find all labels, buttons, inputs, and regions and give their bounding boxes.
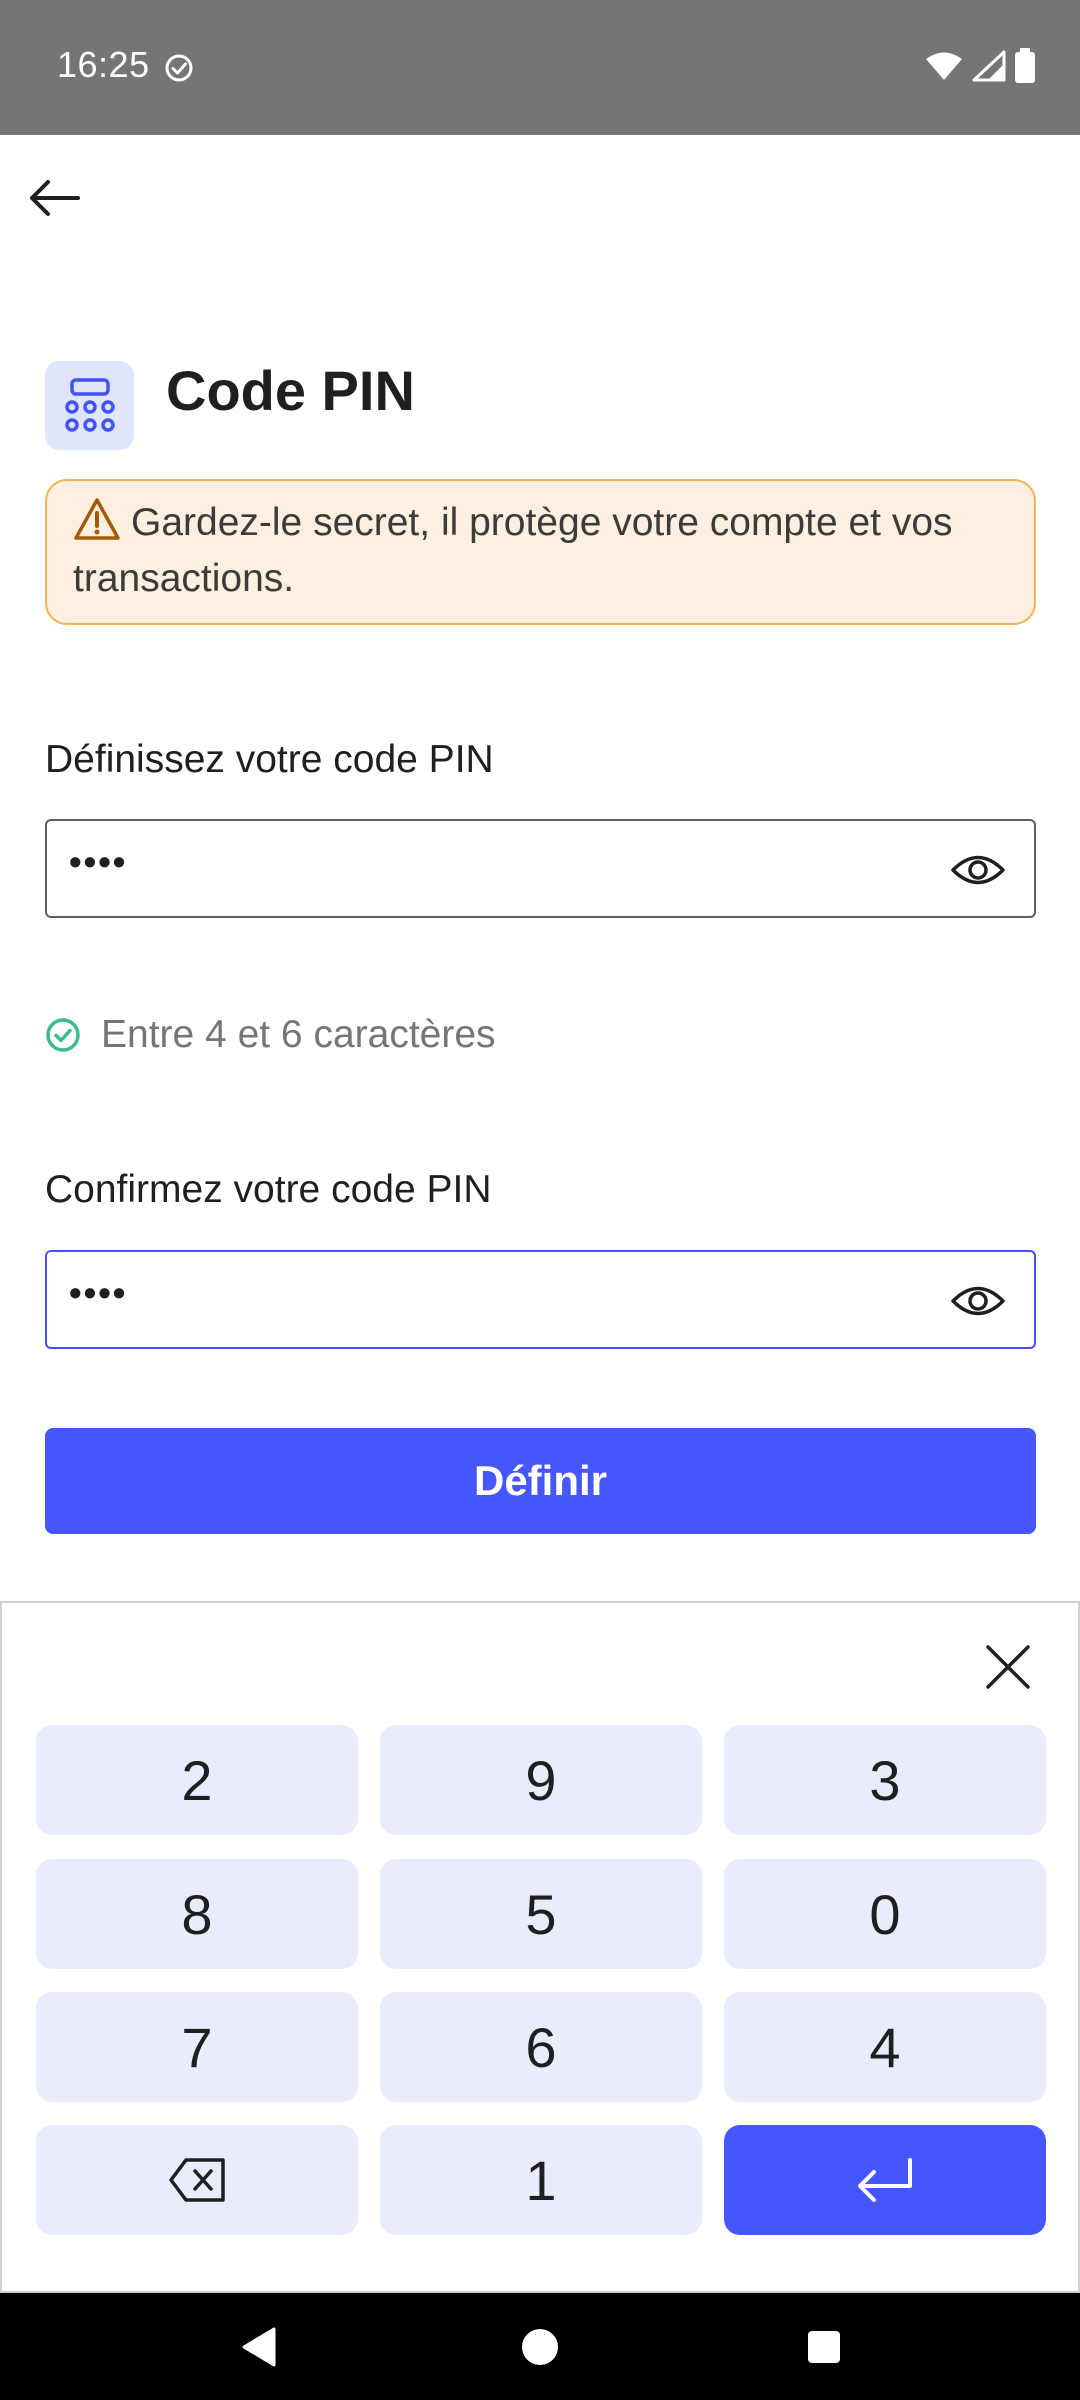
key-5[interactable]: 5 [380, 1859, 702, 1969]
confirm-label: Confirmez votre code PIN [45, 1168, 492, 1211]
status-bar: 16:25 [0, 0, 1080, 135]
pin-keypad: 2 9 3 8 5 0 7 6 4 1 [0, 1601, 1080, 2293]
hint-text: Entre 4 et 6 caractères [101, 1013, 496, 1056]
warning-text: Gardez-le secret, il protège votre compt… [73, 501, 953, 600]
backspace-key[interactable] [36, 2125, 358, 2235]
key-6[interactable]: 6 [380, 1992, 702, 2102]
page-title: Code PIN [166, 359, 415, 422]
keypad-icon [45, 361, 134, 450]
battery-icon [1015, 48, 1035, 83]
close-icon[interactable] [980, 1639, 1036, 1695]
back-button[interactable] [22, 166, 86, 230]
pin-length-hint: Entre 4 et 6 caractères [45, 1013, 496, 1057]
status-time: 16:25 [57, 44, 150, 85]
nav-back-button[interactable] [230, 2319, 286, 2375]
check-circle-icon [165, 54, 193, 82]
nav-home-button[interactable] [512, 2319, 568, 2375]
triangle-back-icon [242, 2327, 276, 2367]
key-7[interactable]: 7 [36, 1992, 358, 2102]
key-2[interactable]: 2 [36, 1725, 358, 1835]
enter-icon [858, 2158, 912, 2202]
enter-key[interactable] [724, 2125, 1046, 2235]
key-3[interactable]: 3 [724, 1725, 1046, 1835]
confirm-pin-input[interactable]: •••• [45, 1250, 1036, 1349]
key-9[interactable]: 9 [380, 1725, 702, 1835]
wifi-icon [926, 52, 962, 80]
nav-recents-button[interactable] [796, 2319, 852, 2375]
warning-banner: Gardez-le secret, il protège votre compt… [45, 479, 1036, 625]
key-1[interactable]: 1 [380, 2125, 702, 2235]
key-4[interactable]: 4 [724, 1992, 1046, 2102]
status-icons [924, 48, 1036, 84]
eye-icon[interactable] [950, 1276, 1006, 1326]
pin-label: Définissez votre code PIN [45, 738, 494, 781]
home-circle-icon [522, 2329, 558, 2365]
warning-icon [74, 498, 120, 540]
signal-icon [972, 50, 1006, 82]
arrow-left-icon [30, 180, 80, 216]
backspace-icon [169, 2158, 225, 2202]
square-recents-icon [808, 2331, 840, 2363]
system-nav-bar [0, 2293, 1080, 2400]
eye-icon[interactable] [950, 845, 1006, 895]
key-0[interactable]: 0 [724, 1859, 1046, 1969]
key-8[interactable]: 8 [36, 1859, 358, 1969]
confirm-pin-value: •••• [69, 1272, 128, 1313]
pin-input[interactable]: •••• [45, 819, 1036, 918]
check-circle-icon [46, 1018, 80, 1052]
define-button[interactable]: Définir [45, 1428, 1036, 1534]
pin-value: •••• [69, 841, 128, 882]
